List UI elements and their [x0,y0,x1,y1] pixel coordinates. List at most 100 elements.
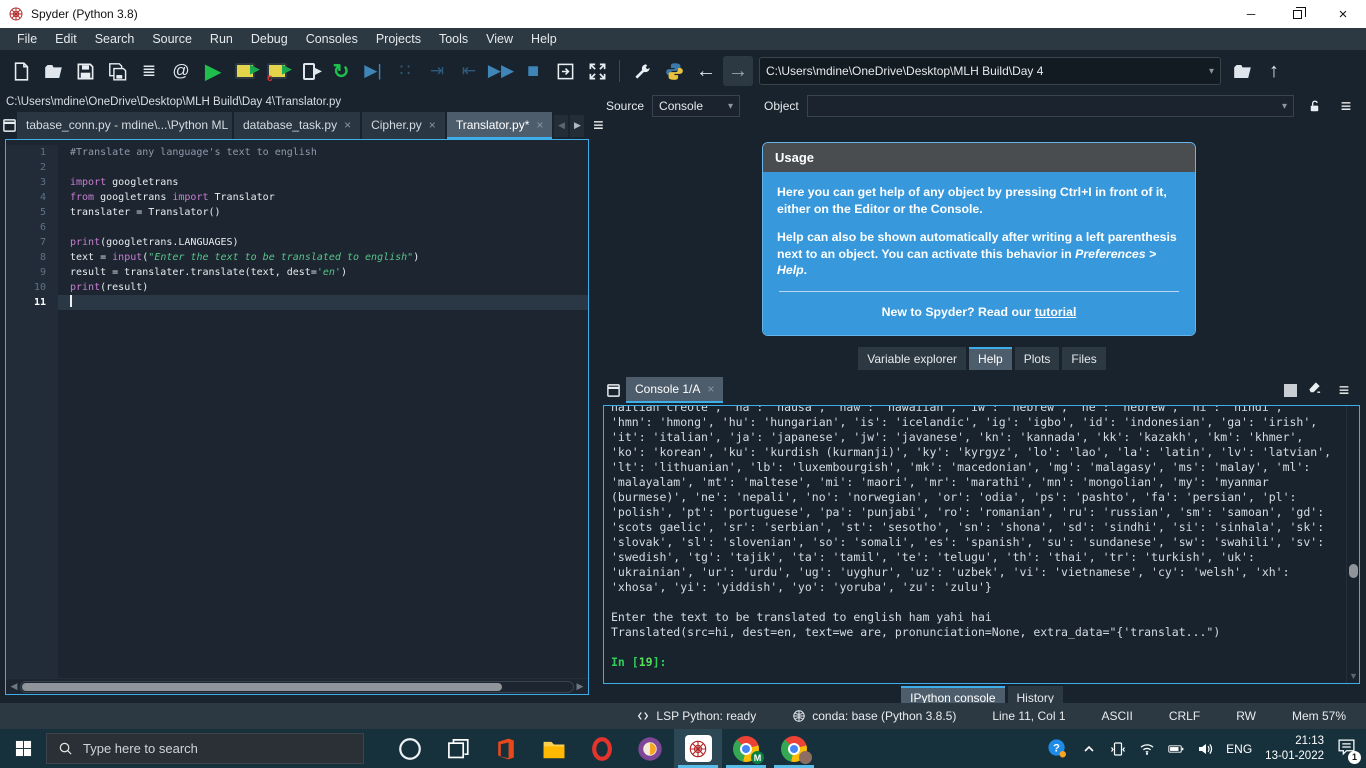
editor-tab-3[interactable]: Translator.py* × [446,112,553,139]
debug-step-over-icon[interactable]: ∷ [390,56,420,86]
tab-files[interactable]: Files [1062,347,1106,370]
python-path-icon[interactable] [659,56,689,86]
run-selection-icon[interactable] [294,56,324,86]
help-bubble-icon[interactable]: ? [1047,738,1068,759]
chevron-down-icon[interactable]: ▾ [723,101,733,112]
minimize-button[interactable]: ─ [1228,0,1274,28]
restore-button[interactable] [1274,0,1320,28]
tab-variable-explorer[interactable]: Variable explorer [858,347,967,370]
rerun-icon[interactable]: ↻ [326,56,356,86]
chrome-profile2-icon[interactable] [770,729,818,768]
clock[interactable]: 21:13 13-01-2022 [1265,734,1324,764]
scroll-tabs-right-icon[interactable]: ▶ [570,114,585,137]
outline-explorer-icon[interactable]: ≣ [134,56,164,86]
vscroll-thumb[interactable] [1349,564,1358,578]
open-file-icon[interactable] [38,56,68,86]
close-icon[interactable]: × [429,118,436,132]
close-icon[interactable]: × [536,118,543,132]
browse-tabs-icon[interactable] [2,112,17,139]
save-all-icon[interactable] [102,56,132,86]
menu-item-run[interactable]: Run [201,28,242,50]
editor-tab-2[interactable]: Cipher.py × [362,112,445,139]
close-icon[interactable]: × [707,382,714,396]
language-indicator[interactable]: ENG [1226,742,1252,756]
working-directory-combo[interactable]: C:\Users\mdine\OneDrive\Desktop\MLH Buil… [759,57,1221,85]
editor-hscrollbar[interactable]: ◀ ▶ [6,678,588,694]
interrupt-kernel-icon[interactable] [1284,383,1297,397]
cortana-icon[interactable] [386,729,434,768]
menu-item-file[interactable]: File [8,28,46,50]
scroll-down-icon[interactable]: ▼ [1349,671,1358,681]
help-object-combo[interactable]: ▾ [806,95,1294,117]
clear-console-icon[interactable] [1307,380,1322,400]
editor-tab-0[interactable]: tabase_conn.py - mdine\...\Python ML× [17,112,232,139]
debug-continue-icon[interactable]: ▶▶ [486,56,516,86]
editor-tab-1[interactable]: database_task.py × [234,112,361,139]
editor-code[interactable]: #Translate any language's text to englis… [58,145,588,678]
browse-directory-icon[interactable] [1227,56,1257,86]
debug-file-icon[interactable]: ▶| [358,56,388,86]
tor-browser-icon[interactable] [626,729,674,768]
console-vscrollbar[interactable]: ▼ [1346,406,1359,683]
menu-item-view[interactable]: View [477,28,522,50]
menu-item-search[interactable]: Search [86,28,144,50]
menu-item-tools[interactable]: Tools [430,28,477,50]
scroll-tabs-left-icon[interactable]: ◀ [554,114,569,137]
run-cell-advance-icon[interactable] [262,56,292,86]
menu-item-help[interactable]: Help [522,28,566,50]
close-icon[interactable]: × [344,118,351,132]
scroll-right-icon[interactable]: ▶ [574,681,586,692]
taskbar-search-input[interactable]: Type here to search [46,733,364,764]
device-link-icon[interactable] [1110,741,1126,757]
file-explorer-icon[interactable] [530,729,578,768]
console-tab[interactable]: Console 1/A × [626,377,724,403]
debug-step-return-icon[interactable]: ⇤ [454,56,484,86]
tutorial-link[interactable]: tutorial [1035,305,1077,319]
menu-item-edit[interactable]: Edit [46,28,86,50]
menu-item-projects[interactable]: Projects [367,28,430,50]
console-output[interactable]: haitian creole', 'ha': 'hausa', 'haw': '… [603,405,1360,684]
opera-icon[interactable] [578,729,626,768]
task-view-icon[interactable] [434,729,482,768]
lock-icon[interactable] [1302,94,1326,118]
menu-item-consoles[interactable]: Consoles [297,28,367,50]
browse-tabs-icon[interactable] [600,377,626,403]
preferences-icon[interactable] [627,56,657,86]
debug-step-into-icon[interactable]: ⇥ [422,56,452,86]
office-icon[interactable] [482,729,530,768]
forward-icon[interactable]: → [723,56,753,86]
code-line: translater = Translator() [70,207,221,218]
run-cell-icon[interactable] [230,56,260,86]
tab-help[interactable]: Help [969,347,1012,370]
chevron-down-icon[interactable]: ▾ [1277,101,1287,112]
new-file-icon[interactable] [6,56,36,86]
start-button[interactable] [0,729,46,768]
help-options-icon[interactable]: ≡ [1334,94,1358,118]
chrome-profile1-icon[interactable]: M [722,729,770,768]
debug-stop-icon[interactable]: ■ [518,56,548,86]
back-icon[interactable]: ← [691,56,721,86]
menu-item-debug[interactable]: Debug [242,28,297,50]
battery-icon[interactable] [1168,741,1184,757]
symbol-finder-icon[interactable]: @ [166,56,196,86]
wifi-icon[interactable] [1139,741,1155,757]
save-icon[interactable] [70,56,100,86]
tab-plots[interactable]: Plots [1014,347,1060,370]
run-file-icon[interactable]: ▶ [198,56,228,86]
help-source-combo[interactable]: Console ▾ [652,95,741,117]
volume-icon[interactable] [1197,741,1213,757]
chevron-down-icon[interactable]: ▾ [1204,66,1214,77]
code-editor[interactable]: 1 2 3 4 5 6 7 8 9 10 11 #Translate any language's … [5,139,589,695]
parent-directory-icon[interactable]: ↑ [1259,56,1289,86]
scroll-left-icon[interactable]: ◀ [8,681,20,692]
new-window-icon[interactable] [550,56,580,86]
close-button[interactable]: × [1320,0,1366,28]
hscroll-thumb[interactable] [22,682,503,691]
notifications-icon[interactable]: 1 [1337,737,1361,764]
spyder-taskbar-icon[interactable] [674,729,722,768]
console-options-icon[interactable]: ≡ [1332,378,1356,402]
tray-expand-icon[interactable] [1081,741,1097,757]
editor-pane: C:\Users\mdine\OneDrive\Desktop\MLH Buil… [0,92,604,703]
menu-item-source[interactable]: Source [143,28,201,50]
maximize-pane-icon[interactable] [582,56,612,86]
